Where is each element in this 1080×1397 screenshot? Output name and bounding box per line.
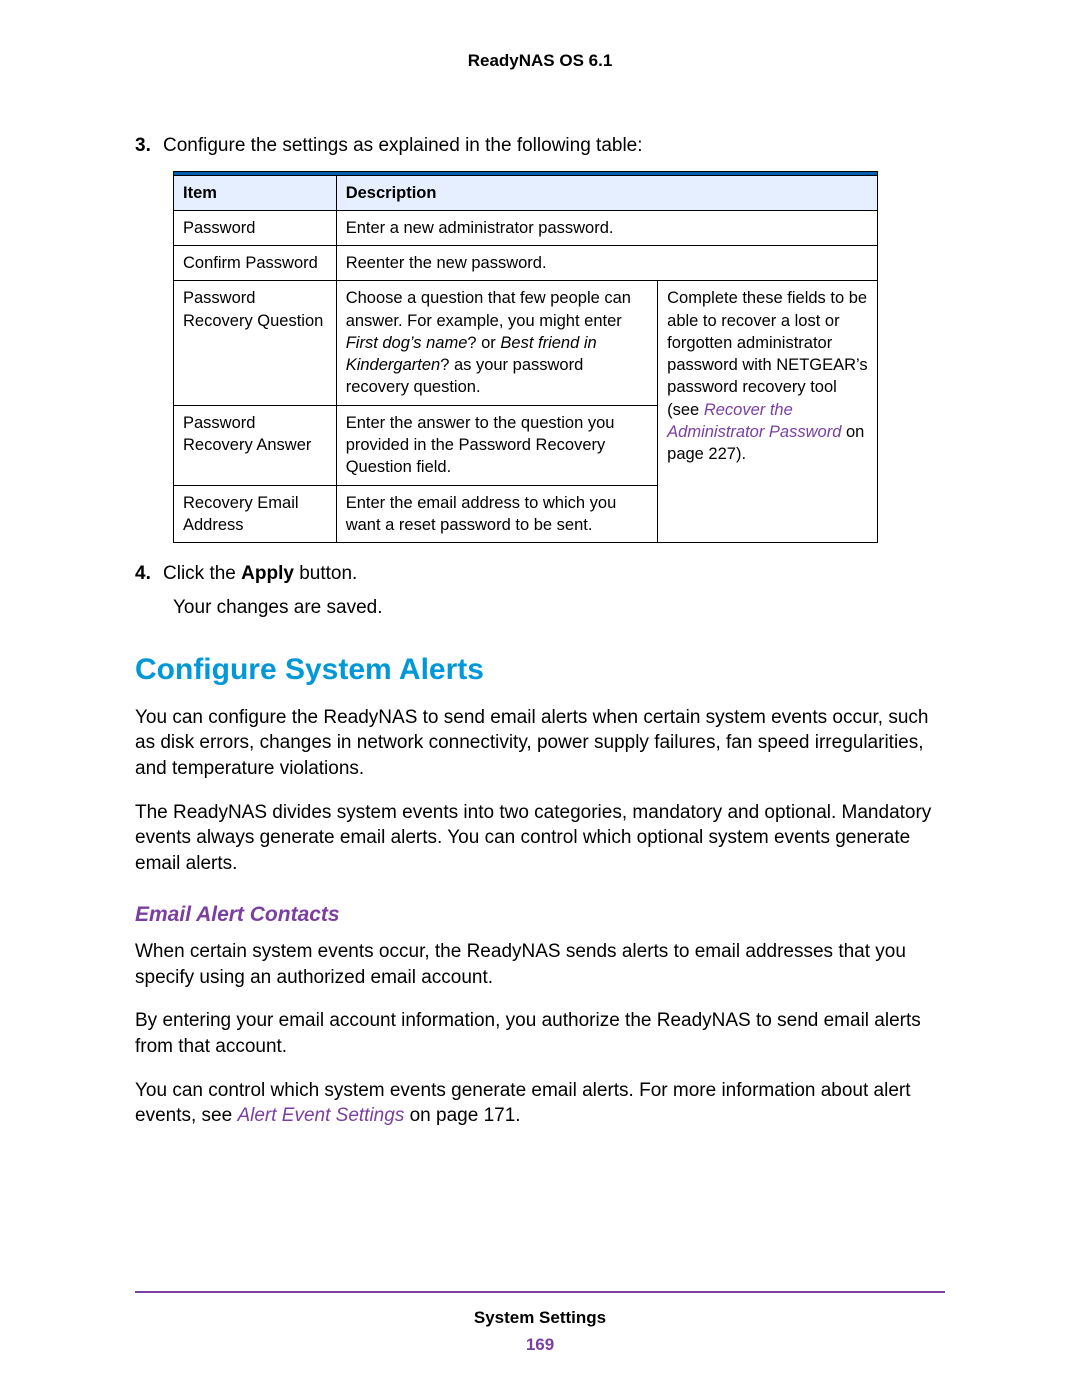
step-number: 3. — [135, 133, 163, 159]
cell-item: Password Recovery Question — [174, 281, 337, 405]
paragraph: When certain system events occur, the Re… — [135, 939, 945, 990]
step-result: Your changes are saved. — [173, 595, 945, 621]
section-heading: Configure System Alerts — [135, 650, 945, 691]
cell-item: Confirm Password — [174, 246, 337, 281]
doc-header: ReadyNAS OS 6.1 — [135, 50, 945, 73]
table-row: Password Recovery Question Choose a ques… — [174, 281, 878, 405]
paragraph: The ReadyNAS divides system events into … — [135, 800, 945, 877]
cell-desc: Enter the answer to the question you pro… — [336, 405, 657, 485]
paragraph: By entering your email account informati… — [135, 1008, 945, 1059]
cell-item: Password Recovery Answer — [174, 405, 337, 485]
link-alert-event-settings[interactable]: Alert Event Settings — [237, 1105, 404, 1126]
step-number: 4. — [135, 561, 163, 587]
step-text: Click the Apply button. — [163, 563, 357, 584]
subsection-heading: Email Alert Contacts — [135, 901, 945, 929]
th-description: Description — [336, 175, 877, 210]
footer-page-number: 169 — [135, 1334, 945, 1357]
cell-item: Recovery Email Address — [174, 485, 337, 543]
paragraph: You can configure the ReadyNAS to send e… — [135, 705, 945, 782]
settings-table: Item Description Password Enter a new ad… — [173, 171, 878, 543]
cell-desc: Reenter the new password. — [336, 246, 877, 281]
footer-title: System Settings — [135, 1307, 945, 1330]
page-footer: System Settings 169 — [135, 1291, 945, 1357]
paragraph: You can control which system events gene… — [135, 1078, 945, 1129]
step-4: 4.Click the Apply button. Your changes a… — [135, 561, 945, 620]
cell-desc: Enter a new administrator password. — [336, 210, 877, 245]
step-3: 3.Configure the settings as explained in… — [135, 133, 945, 543]
cell-desc: Choose a question that few people can an… — [336, 281, 657, 405]
cell-item: Password — [174, 210, 337, 245]
cell-merged-note: Complete these fields to be able to reco… — [658, 281, 878, 543]
cell-desc: Enter the email address to which you wan… — [336, 485, 657, 543]
step-text: Configure the settings as explained in t… — [163, 135, 643, 156]
table-row: Password Enter a new administrator passw… — [174, 210, 878, 245]
table-row: Confirm Password Reenter the new passwor… — [174, 246, 878, 281]
th-item: Item — [174, 175, 337, 210]
